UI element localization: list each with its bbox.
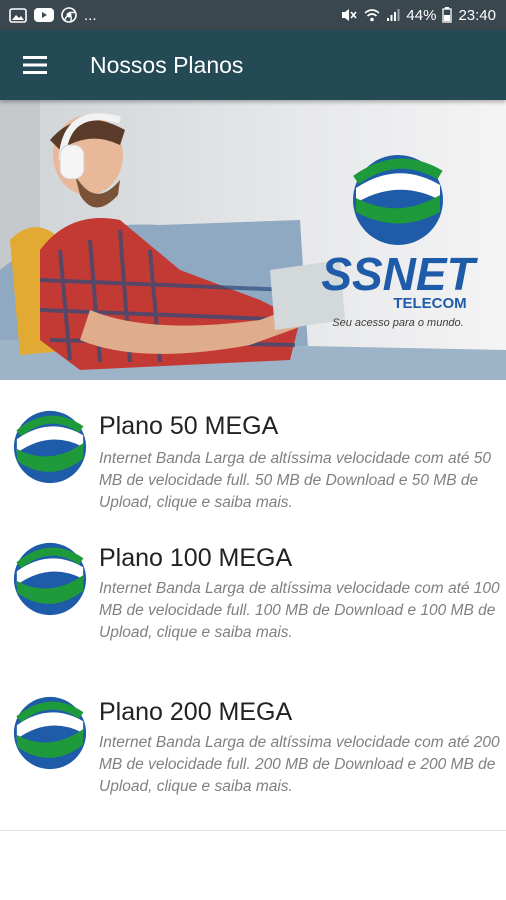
- app-bar: Nossos Planos: [0, 30, 506, 100]
- brand-tagline: Seu acesso para o mundo.: [332, 317, 463, 329]
- mute-icon: [342, 9, 358, 21]
- page-title: Nossos Planos: [90, 51, 244, 78]
- menu-button[interactable]: [0, 30, 70, 100]
- plan-title: Plano 50 MEGA: [99, 412, 279, 440]
- plan-description: Internet Banda Larga de altíssima veloci…: [99, 450, 492, 511]
- plan-item-100-mega[interactable]: Plano 100 MEGA Internet Banda Larga de a…: [0, 522, 506, 677]
- battery-icon: [442, 7, 453, 23]
- hamburger-menu-icon: [23, 56, 47, 74]
- banner-image: SSNET TELECOM Seu acesso para o mundo.: [0, 100, 506, 380]
- gallery-icon: [9, 7, 27, 23]
- chrome-icon: [61, 7, 77, 23]
- brand-name: SSNET: [321, 248, 478, 300]
- plan-description: Internet Banda Larga de altíssima veloci…: [99, 580, 500, 641]
- plan-item-200-mega[interactable]: Plano 200 MEGA Internet Banda Larga de a…: [0, 676, 506, 831]
- plan-title: Plano 200 MEGA: [99, 698, 293, 726]
- plan-title: Plano 100 MEGA: [99, 544, 293, 572]
- plan-item-50-mega[interactable]: Plano 50 MEGA Internet Banda Larga de al…: [0, 380, 506, 523]
- promo-banner: SSNET TELECOM Seu acesso para o mundo.: [0, 100, 506, 380]
- ssnet-logo-icon: [13, 696, 87, 770]
- clock: 23:40: [458, 6, 496, 24]
- status-bar: ... 44% 23:40: [0, 0, 506, 30]
- plan-description: Internet Banda Larga de altíssima veloci…: [99, 734, 500, 795]
- signal-icon: [387, 9, 400, 21]
- more-notifications-indicator: ...: [84, 6, 97, 24]
- brand-subtitle: TELECOM: [393, 295, 466, 312]
- wifi-icon: [364, 9, 380, 22]
- youtube-icon: [34, 8, 54, 22]
- ssnet-logo-icon: [13, 542, 87, 616]
- battery-percent: 44%: [406, 6, 437, 24]
- ssnet-logo-icon: [13, 410, 87, 484]
